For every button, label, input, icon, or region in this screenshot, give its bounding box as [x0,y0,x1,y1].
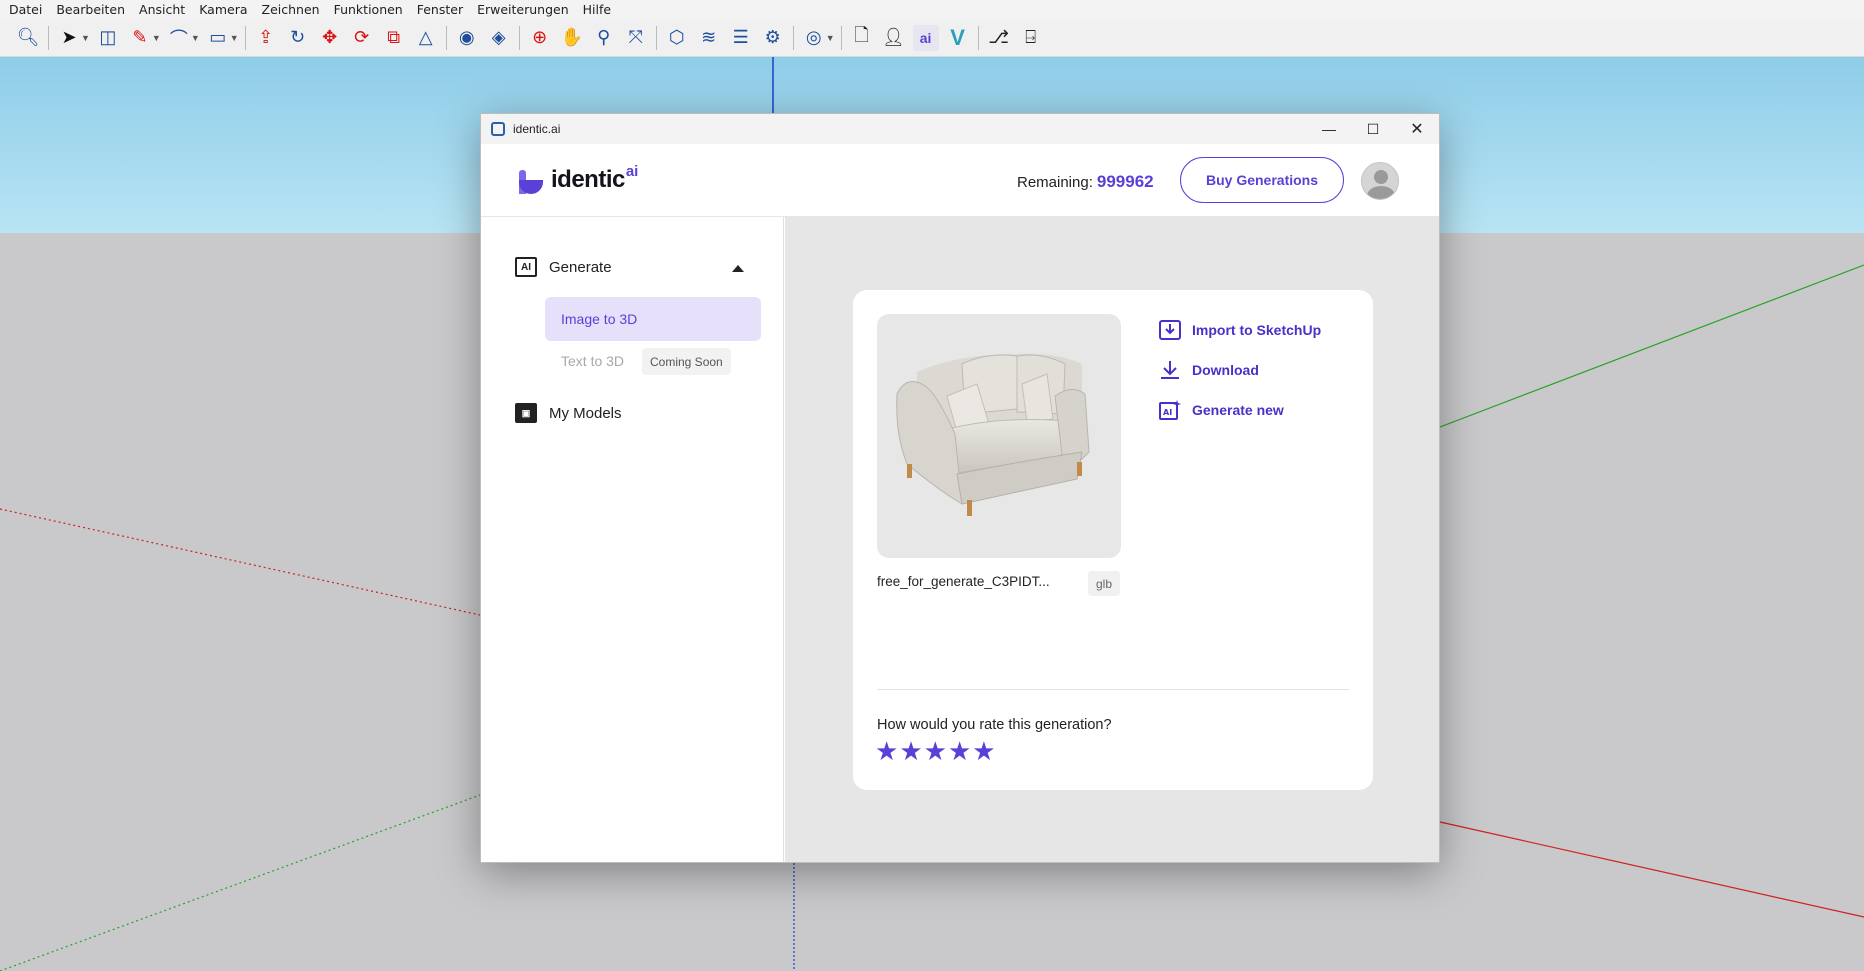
green-axis-dotted [0,794,481,971]
window-title: identic.ai [513,122,561,136]
green-axis-line [1439,264,1864,428]
avatar[interactable] [1361,162,1399,200]
svg-text:AI: AI [1163,408,1172,417]
rating-question: How would you rate this generation? [877,717,1112,733]
sidebar: AI Generate Image to 3D Text to 3D Comin… [481,217,784,862]
download-icon [1161,361,1179,379]
coming-soon-badge: Coming Soon [642,348,731,375]
close-icon[interactable]: ✕ [1395,114,1439,144]
remaining-value: 999962 [1096,172,1154,191]
import-to-sketchup-button[interactable]: Import to SketchUp [1159,320,1321,340]
identic-logo[interactable]: identic ai [519,163,639,194]
star-icon[interactable]: ★ [924,738,947,764]
maximize-icon[interactable]: ☐ [1351,114,1395,144]
star-icon[interactable]: ★ [875,738,898,764]
red-axis-dotted [0,508,481,616]
sidebar-item-text-to-3d: Text to 3D [561,353,625,369]
sidebar-item-image-to-3d[interactable]: Image to 3D [545,297,761,341]
ai-generate-icon: AI [1159,400,1181,420]
generate-new-label: Generate new [1192,402,1284,418]
import-icon [1159,320,1181,340]
models-gallery-icon: ▣ [515,403,537,423]
identic-window: identic.ai — ☐ ✕ identic ai Remaining: 99… [480,113,1440,863]
star-icon[interactable]: ★ [972,738,995,764]
remaining-credits: Remaining: 999962 [1017,172,1154,192]
sidebar-item-my-models[interactable]: ▣ My Models [515,403,622,423]
card-divider [877,689,1349,690]
star-icon[interactable]: ★ [899,738,922,764]
sofa-preview-image [896,353,1090,516]
file-type-badge: glb [1088,571,1121,596]
import-label: Import to SketchUp [1192,322,1322,338]
window-titlebar[interactable]: identic.ai [481,114,1439,144]
sidebar-my-models-label: My Models [549,404,622,422]
sidebar-generate-label: Generate [549,258,612,276]
app-window-icon [491,122,505,136]
sidebar-item-generate[interactable]: AI Generate [515,257,612,277]
logo-text: identic [551,166,625,193]
logo-mark-icon [519,170,543,194]
app-header: identic ai Remaining: 999962 Buy Generati… [481,144,1439,217]
download-label: Download [1192,362,1259,378]
generate-new-button[interactable]: AI Generate new [1159,400,1284,420]
generation-card: free_for_generate_C3PIDT... glb Import t… [853,290,1373,790]
model-thumbnail[interactable] [877,314,1121,558]
model-file-name: free_for_generate_C3PIDT... [877,574,1050,589]
star-icon[interactable]: ★ [948,738,971,764]
main-panel: free_for_generate_C3PIDT... glb Import t… [785,217,1439,862]
minimize-icon[interactable]: — [1307,114,1351,144]
logo-superscript: ai [625,163,639,180]
download-button[interactable]: Download [1159,360,1259,380]
rating-stars: ★ ★ ★ ★ ★ [875,738,997,764]
buy-generations-button[interactable]: Buy Generations [1180,157,1344,203]
remaining-label: Remaining: [1017,174,1093,191]
ai-generate-icon: AI [515,257,537,277]
red-axis-line [1439,821,1864,918]
caret-up-icon[interactable] [732,265,744,272]
